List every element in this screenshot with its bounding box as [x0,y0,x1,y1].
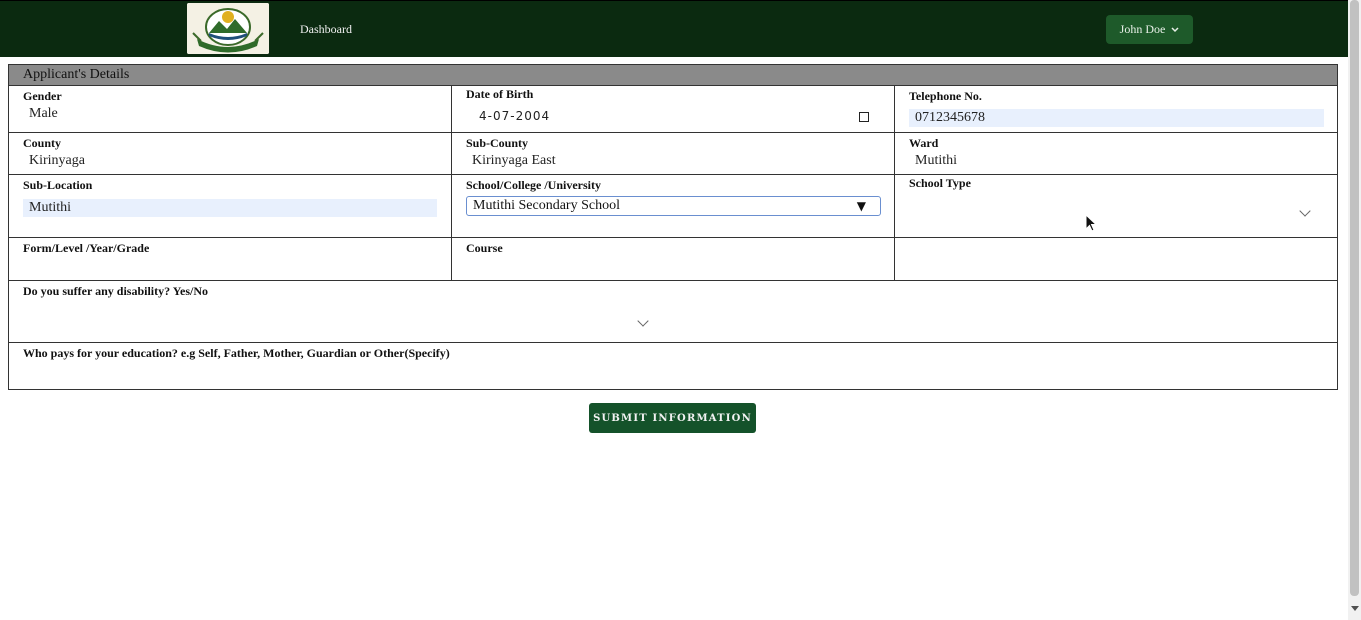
chevron-down-icon[interactable] [1299,205,1311,217]
telephone-label: Telephone No. [909,89,982,103]
payer-label: Who pays for your education? e.g Self, F… [23,346,450,360]
county-label: County [23,136,62,150]
subcounty-value[interactable]: Kirinyaga East [472,153,556,169]
school-label: School/College /University [466,178,601,192]
ward-cell: Ward Mutithi [895,133,1337,174]
section-title: Applicant's Details [9,65,1337,86]
telephone-input[interactable]: 0712345678 [909,109,1324,127]
school-type-label: School Type [909,176,971,190]
school-type-cell: School Type [895,175,1337,237]
form-row: Sub-Location Mutithi School/College /Uni… [9,175,1337,238]
county-crest-logo[interactable] [187,3,269,54]
disability-cell: Do you suffer any disability? Yes/No [9,281,1337,342]
top-navbar: Dashboard John Doe [0,0,1348,57]
gender-value[interactable]: Male [29,106,58,122]
form-row: Do you suffer any disability? Yes/No [9,281,1337,343]
county-cell: County Kirinyaga [9,133,452,174]
gender-cell: Gender Male [9,86,452,132]
user-name: John Doe [1119,22,1166,36]
chevron-down-icon [1171,25,1179,35]
submit-information-button[interactable]: SUBMIT INFORMATION [589,403,756,433]
applicant-details-form: Applicant's Details Gender Male Date of … [8,64,1338,390]
course-label: Course [466,241,503,255]
form-row: Gender Male Date of Birth 4-07-2004 Tele… [9,86,1337,133]
form-level-label: Form/Level /Year/Grade [23,241,150,255]
sublocation-cell: Sub-Location Mutithi [9,175,452,237]
ward-value[interactable]: Mutithi [915,153,957,169]
subcounty-label: Sub-County [466,136,529,150]
ward-label: Ward [909,136,939,150]
chevron-down-icon[interactable] [637,315,649,327]
user-menu-button[interactable]: John Doe [1106,15,1193,44]
dropdown-arrow-icon: ▼ [856,199,866,213]
form-level-cell: Form/Level /Year/Grade [9,238,452,280]
calendar-icon[interactable] [859,112,869,122]
form-row: County Kirinyaga Sub-County Kirinyaga Ea… [9,133,1337,175]
course-cell: Course [452,238,895,280]
scrollbar-thumb[interactable] [1350,0,1359,596]
sublocation-label: Sub-Location [23,178,93,192]
dob-cell: Date of Birth 4-07-2004 [452,86,895,132]
sublocation-input[interactable]: Mutithi [23,199,437,217]
form-row: Who pays for your education? e.g Self, F… [9,343,1337,389]
disability-label: Do you suffer any disability? Yes/No [23,284,209,298]
school-select[interactable]: Mutithi Secondary School ▼ [466,196,881,216]
county-value[interactable]: Kirinyaga [29,153,85,169]
dob-input[interactable]: 4-07-2004 [479,109,550,123]
school-cell: School/College /University Mutithi Secon… [452,175,895,237]
form-row: Form/Level /Year/Grade Course [9,238,1337,281]
gender-label: Gender [23,89,62,103]
empty-cell [895,238,1337,280]
telephone-cell: Telephone No. 0712345678 [895,86,1337,132]
payer-cell: Who pays for your education? e.g Self, F… [9,343,1337,389]
dob-label: Date of Birth [466,87,534,101]
nav-dashboard-link[interactable]: Dashboard [300,22,352,37]
scroll-down-arrow-icon[interactable] [1351,606,1359,611]
subcounty-cell: Sub-County Kirinyaga East [452,133,895,174]
school-select-value: Mutithi Secondary School [473,198,620,213]
